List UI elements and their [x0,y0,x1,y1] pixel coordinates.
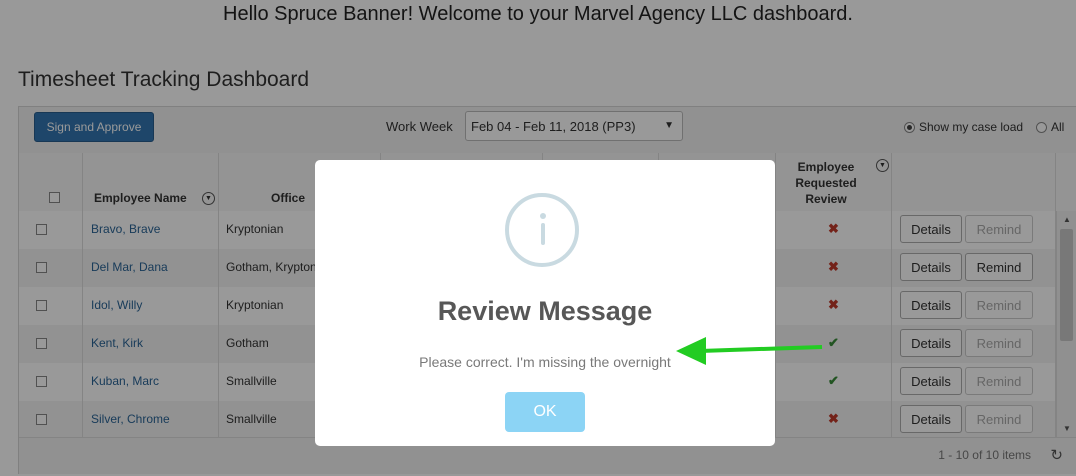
info-icon [505,193,579,267]
ok-button[interactable]: OK [505,392,585,432]
dialog-title: Review Message [437,296,653,326]
review-message-dialog: Review Message Please correct. I'm missi… [315,160,775,446]
annotation-arrow-icon [676,337,823,365]
